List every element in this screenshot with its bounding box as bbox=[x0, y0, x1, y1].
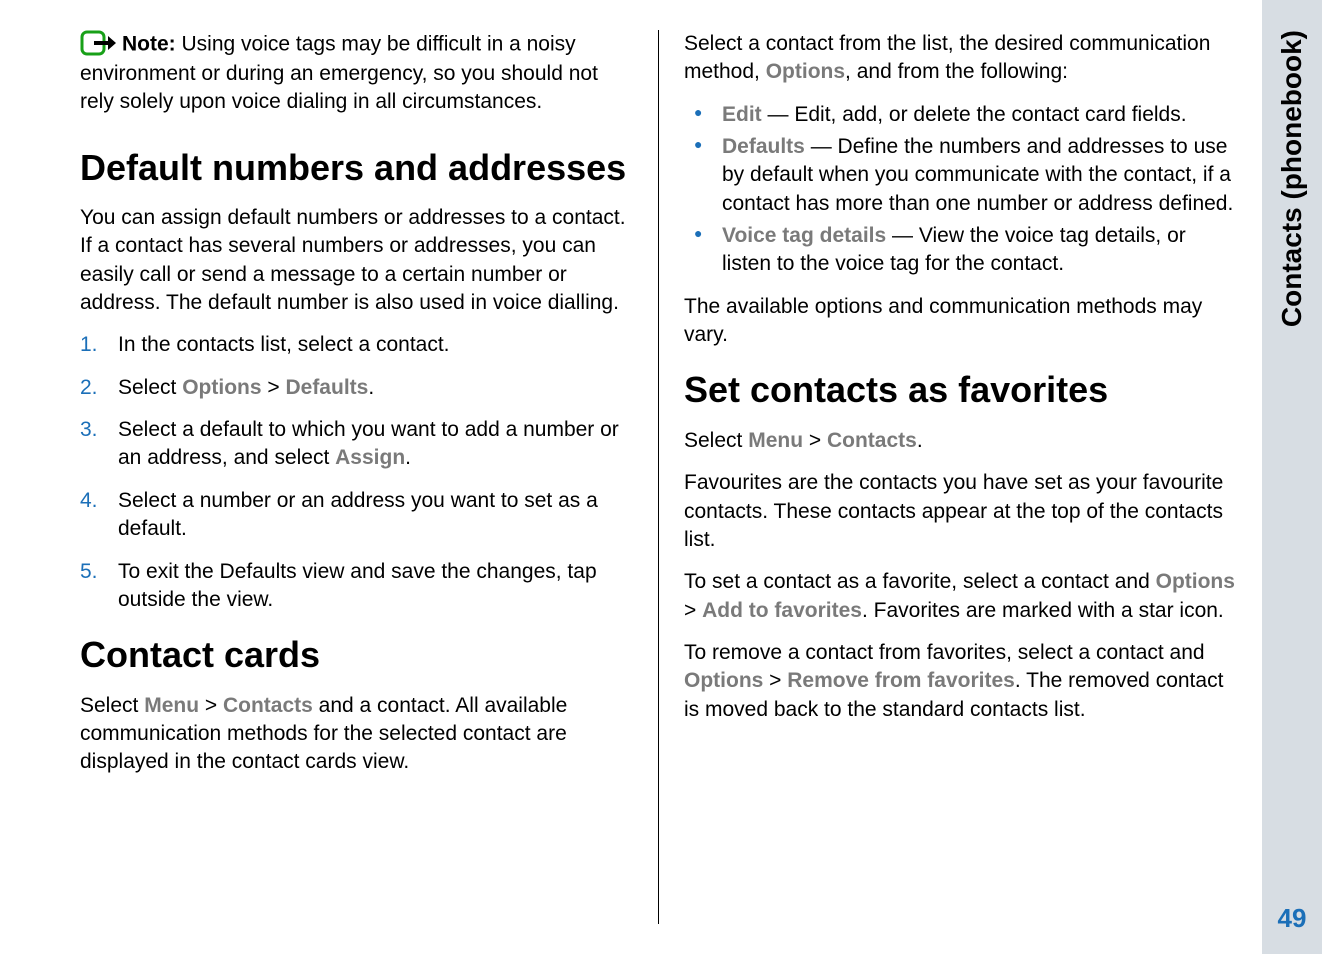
bullet-edit: Edit — Edit, add, or delete the contact … bbox=[684, 101, 1237, 129]
menu-term-options: Options bbox=[684, 669, 763, 692]
step-1: 1. In the contacts list, select a contac… bbox=[80, 331, 633, 359]
step-number: 4. bbox=[80, 487, 98, 515]
options-vary: The available options and communication … bbox=[684, 293, 1237, 350]
note-arrow-icon bbox=[80, 30, 116, 60]
menu-term-options: Options bbox=[766, 60, 845, 83]
options-bullets: Edit — Edit, add, or delete the contact … bbox=[684, 101, 1237, 279]
step-number: 5. bbox=[80, 558, 98, 586]
menu-term-add-favorites: Add to favorites bbox=[702, 599, 862, 622]
note-label: Note: bbox=[122, 33, 176, 56]
menu-term-menu: Menu bbox=[748, 429, 803, 452]
right-intro: Select a contact from the list, the desi… bbox=[684, 30, 1237, 87]
text-post: , and from the following: bbox=[845, 60, 1068, 83]
step-4: 4. Select a number or an address you wan… bbox=[80, 487, 633, 544]
menu-term-defaults: Defaults bbox=[722, 135, 805, 158]
sep: > bbox=[763, 669, 787, 692]
step-text-post: . bbox=[368, 376, 374, 399]
step-number: 1. bbox=[80, 331, 98, 359]
heading-contact-cards: Contact cards bbox=[80, 634, 633, 675]
step-text: In the contacts list, select a contact. bbox=[118, 333, 450, 356]
sep: > bbox=[262, 376, 286, 399]
menu-term-defaults: Defaults bbox=[285, 376, 368, 399]
section-title: Contacts (phonebook) bbox=[1276, 30, 1308, 327]
sep: > bbox=[803, 429, 827, 452]
step-3: 3. Select a default to which you want to… bbox=[80, 416, 633, 473]
text-post: . bbox=[917, 429, 923, 452]
step-5: 5. To exit the Defaults view and save th… bbox=[80, 558, 633, 615]
fav-p2: Favourites are the contacts you have set… bbox=[684, 469, 1237, 554]
content-columns: Note: Using voice tags may be difficult … bbox=[55, 30, 1262, 924]
step-number: 2. bbox=[80, 374, 98, 402]
step-text: To exit the Defaults view and save the c… bbox=[118, 560, 597, 611]
step-text-post: . bbox=[405, 446, 411, 469]
step-text-pre: Select bbox=[118, 376, 182, 399]
menu-term-voice-tag: Voice tag details bbox=[722, 224, 886, 247]
text-pre: Select bbox=[80, 694, 144, 717]
sep: > bbox=[684, 599, 702, 622]
menu-term-assign: Assign bbox=[335, 446, 405, 469]
sidebar: Contacts (phonebook) 49 bbox=[1262, 0, 1322, 954]
left-column: Note: Using voice tags may be difficult … bbox=[55, 30, 659, 924]
page-number: 49 bbox=[1278, 903, 1307, 934]
sep: > bbox=[199, 694, 223, 717]
text-pre: To set a contact as a favorite, select a… bbox=[684, 570, 1156, 593]
heading-favorites: Set contacts as favorites bbox=[684, 369, 1237, 410]
menu-term-menu: Menu bbox=[144, 694, 199, 717]
fav-p4: To remove a contact from favorites, sele… bbox=[684, 639, 1237, 724]
bullet-text: — Edit, add, or delete the contact card … bbox=[762, 103, 1187, 126]
step-text: Select a number or an address you want t… bbox=[118, 489, 598, 540]
text-pre: To remove a contact from favorites, sele… bbox=[684, 641, 1205, 664]
menu-term-contacts: Contacts bbox=[827, 429, 917, 452]
fav-p1: Select Menu > Contacts. bbox=[684, 427, 1237, 455]
menu-term-options: Options bbox=[182, 376, 261, 399]
step-2: 2. Select Options > Defaults. bbox=[80, 374, 633, 402]
menu-term-contacts: Contacts bbox=[223, 694, 313, 717]
menu-term-edit: Edit bbox=[722, 103, 762, 126]
steps-list: 1. In the contacts list, select a contac… bbox=[80, 331, 633, 614]
heading-default-numbers: Default numbers and addresses bbox=[80, 147, 633, 188]
step-number: 3. bbox=[80, 416, 98, 444]
page: Note: Using voice tags may be difficult … bbox=[0, 0, 1322, 954]
text-pre: Select bbox=[684, 429, 748, 452]
contact-cards-p1: Select Menu > Contacts and a contact. Al… bbox=[80, 692, 633, 777]
menu-term-options: Options bbox=[1156, 570, 1235, 593]
bullet-defaults: Defaults — Define the numbers and addres… bbox=[684, 133, 1237, 218]
text-post: . Favorites are marked with a star icon. bbox=[862, 599, 1224, 622]
note-block: Note: Using voice tags may be difficult … bbox=[80, 30, 633, 117]
default-numbers-intro: You can assign default numbers or addres… bbox=[80, 204, 633, 317]
fav-p3: To set a contact as a favorite, select a… bbox=[684, 568, 1237, 625]
bullet-voice-tag: Voice tag details — View the voice tag d… bbox=[684, 222, 1237, 279]
right-column: Select a contact from the list, the desi… bbox=[659, 30, 1262, 924]
menu-term-remove-favorites: Remove from favorites bbox=[787, 669, 1015, 692]
